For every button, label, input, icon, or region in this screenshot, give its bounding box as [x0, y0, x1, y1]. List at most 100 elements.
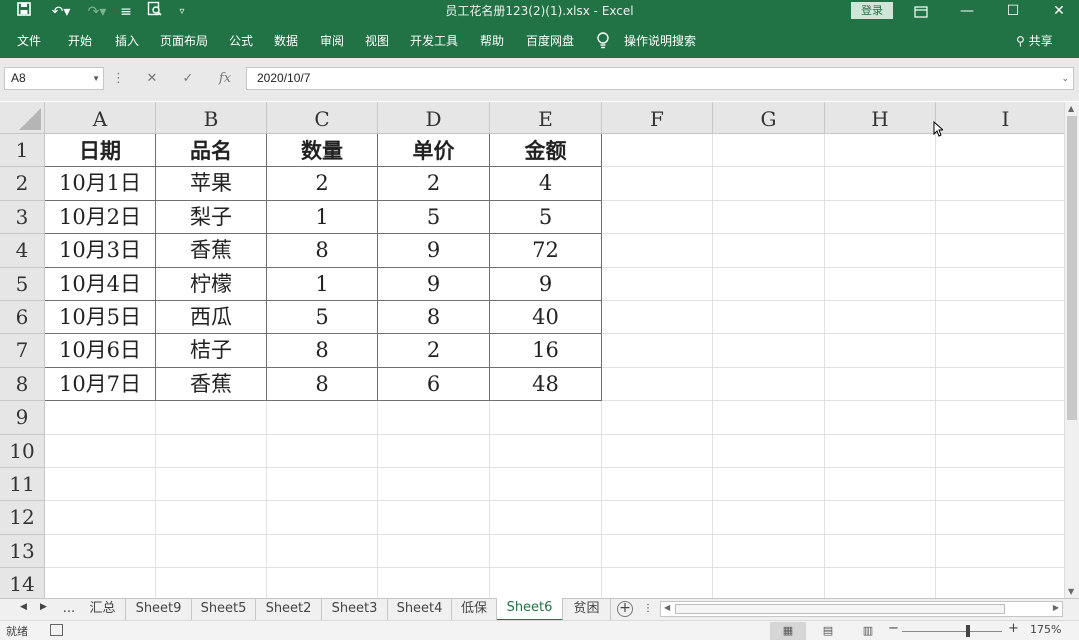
table-cell[interactable]: 2: [378, 167, 490, 201]
empty-cell[interactable]: [825, 334, 936, 368]
zoom-slider-knob[interactable]: [966, 625, 970, 637]
empty-cell[interactable]: [490, 401, 602, 435]
table-cell[interactable]: 桔子: [156, 334, 267, 368]
empty-cell[interactable]: [825, 267, 936, 301]
empty-cell[interactable]: [825, 301, 936, 335]
maximize-icon[interactable]: ☐: [990, 0, 1036, 24]
table-cell[interactable]: 72: [490, 234, 602, 268]
table-header-cell[interactable]: 日期: [45, 134, 156, 168]
row-header[interactable]: 8: [0, 367, 45, 402]
formula-input[interactable]: 2020/10/7 ⌄: [246, 67, 1074, 90]
empty-cell[interactable]: [713, 200, 825, 235]
column-header[interactable]: E: [490, 102, 602, 134]
tell-me-search[interactable]: 操作说明搜索: [624, 24, 696, 58]
sheet-tab[interactable]: 汇总: [80, 599, 126, 620]
empty-cell[interactable]: [267, 401, 378, 435]
table-cell[interactable]: 16: [490, 334, 602, 368]
column-header[interactable]: B: [156, 102, 267, 134]
empty-cell[interactable]: [713, 401, 825, 435]
row-header[interactable]: 12: [0, 501, 45, 535]
ribbon-display-options-icon[interactable]: [898, 0, 944, 24]
table-cell[interactable]: 10月1日: [45, 167, 156, 201]
page-layout-view-icon[interactable]: ▤: [810, 622, 846, 640]
empty-cell[interactable]: [936, 568, 1064, 598]
row-header[interactable]: 1: [0, 134, 45, 168]
table-cell[interactable]: 8: [267, 234, 378, 268]
empty-cell[interactable]: [267, 468, 378, 502]
normal-view-icon[interactable]: ▦: [770, 622, 806, 640]
sheet-tab[interactable]: Sheet3: [322, 599, 388, 620]
empty-cell[interactable]: [936, 268, 1064, 301]
empty-cell[interactable]: [936, 468, 1064, 502]
sheet-tab[interactable]: Sheet2: [256, 599, 322, 620]
empty-cell[interactable]: [602, 367, 713, 402]
empty-cell[interactable]: [825, 401, 936, 435]
empty-cell[interactable]: [156, 401, 267, 435]
tab-developer[interactable]: 开发工具: [410, 24, 458, 58]
tab-baidu-netdisk[interactable]: 百度网盘: [526, 24, 574, 58]
empty-cell[interactable]: [45, 568, 156, 598]
empty-cell[interactable]: [825, 468, 936, 502]
table-cell[interactable]: 8: [378, 301, 490, 335]
table-cell[interactable]: 香蕉: [156, 234, 267, 268]
empty-cell[interactable]: [936, 234, 1064, 268]
scroll-down-icon[interactable]: ▼: [1068, 587, 1074, 596]
macro-record-icon[interactable]: [50, 624, 63, 636]
table-cell[interactable]: 1: [267, 200, 378, 235]
empty-cell[interactable]: [602, 234, 713, 268]
empty-cell[interactable]: [825, 234, 936, 268]
sheet-ellipsis[interactable]: ...: [58, 599, 80, 620]
empty-cell[interactable]: [602, 434, 713, 468]
tab-home[interactable]: 开始: [68, 24, 92, 58]
tab-data[interactable]: 数据: [274, 24, 298, 58]
empty-cell[interactable]: [825, 534, 936, 569]
scroll-up-icon[interactable]: ▲: [1068, 104, 1074, 113]
empty-cell[interactable]: [378, 534, 490, 569]
table-cell[interactable]: 10月5日: [45, 301, 156, 335]
empty-cell[interactable]: [825, 167, 936, 201]
empty-cell[interactable]: [490, 501, 602, 535]
empty-cell[interactable]: [45, 468, 156, 502]
table-cell[interactable]: 48: [490, 367, 602, 402]
tab-help[interactable]: 帮助: [480, 24, 504, 58]
table-cell[interactable]: 5: [378, 200, 490, 235]
zoom-level[interactable]: 175%: [1030, 623, 1061, 636]
empty-cell[interactable]: [602, 301, 713, 335]
empty-cell[interactable]: [713, 434, 825, 468]
empty-cell[interactable]: [713, 334, 825, 368]
empty-cell[interactable]: [713, 501, 825, 535]
empty-cell[interactable]: [378, 468, 490, 502]
empty-cell[interactable]: [713, 568, 825, 598]
empty-cell[interactable]: [378, 568, 490, 598]
table-header-cell[interactable]: 数量: [267, 134, 378, 168]
empty-cell[interactable]: [602, 267, 713, 301]
table-cell[interactable]: 6: [378, 367, 490, 402]
empty-cell[interactable]: [602, 334, 713, 368]
table-cell[interactable]: 8: [267, 334, 378, 368]
empty-cell[interactable]: [45, 434, 156, 468]
table-cell[interactable]: 9: [378, 234, 490, 268]
table-header-cell[interactable]: 单价: [378, 134, 490, 168]
empty-cell[interactable]: [156, 468, 267, 502]
empty-cell[interactable]: [602, 468, 713, 502]
column-header[interactable]: D: [378, 102, 490, 134]
empty-cell[interactable]: [378, 501, 490, 535]
empty-cell[interactable]: [267, 434, 378, 468]
empty-cell[interactable]: [713, 167, 825, 201]
empty-cell[interactable]: [825, 501, 936, 535]
expand-formula-icon[interactable]: ⌄: [1061, 68, 1069, 89]
empty-cell[interactable]: [713, 267, 825, 301]
page-break-view-icon[interactable]: ▥: [850, 622, 886, 640]
empty-cell[interactable]: [825, 200, 936, 235]
row-header[interactable]: 14: [0, 568, 45, 598]
sheet-tab[interactable]: Sheet9: [126, 599, 192, 620]
add-sheet-icon[interactable]: +: [617, 601, 633, 617]
empty-cell[interactable]: [713, 234, 825, 268]
column-header[interactable]: I: [936, 102, 1064, 134]
empty-cell[interactable]: [713, 367, 825, 402]
table-cell[interactable]: 2: [378, 334, 490, 368]
save-icon[interactable]: [14, 0, 34, 24]
print-preview-icon[interactable]: [144, 0, 164, 24]
vertical-scroll-thumb[interactable]: [1067, 116, 1077, 420]
table-cell[interactable]: 香蕉: [156, 367, 267, 402]
